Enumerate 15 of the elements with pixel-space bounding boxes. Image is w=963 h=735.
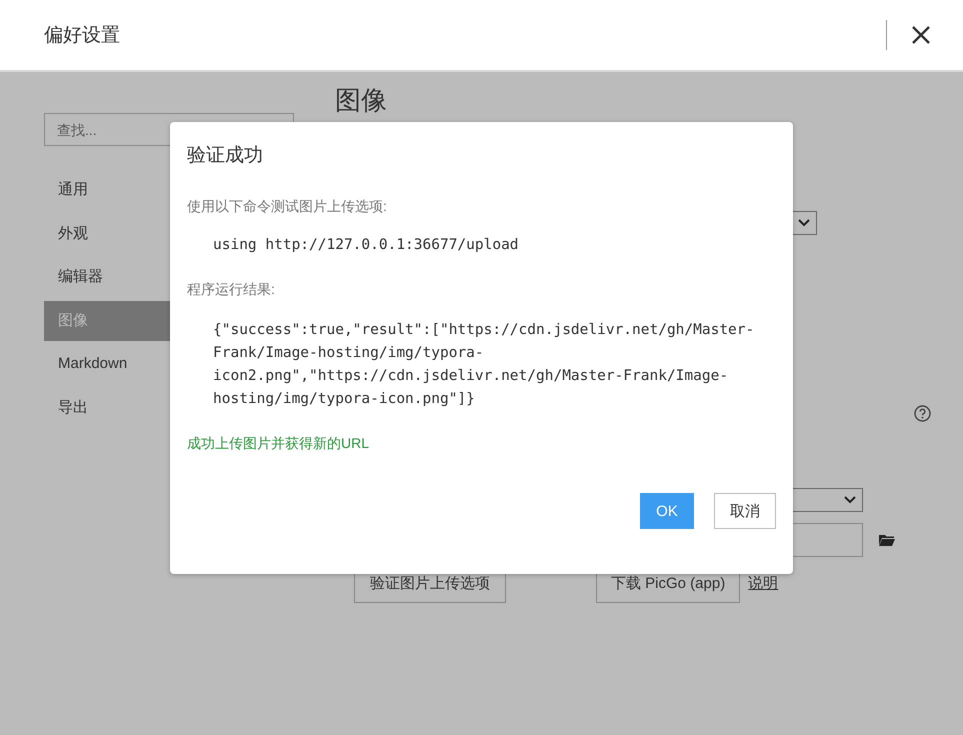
- close-icon[interactable]: [911, 25, 931, 45]
- section-heading: 图像: [335, 84, 388, 117]
- cancel-button[interactable]: 取消: [714, 493, 776, 529]
- chevron-icon: [844, 496, 856, 504]
- result-text: {"success":true,"result":["https://cdn.jsdelivr.net/gh/Master-Frank/Image-hosting/img/typora-icon2.png","https://cdn.jsdelivr.net/gh/Master-Frank/Image-hosting/img/typora-icon.png"]}: [212, 321, 756, 409]
- window-title: 偏好设置: [44, 24, 120, 48]
- folder-icon[interactable]: [879, 534, 895, 546]
- help-link[interactable]: 说明: [748, 574, 778, 592]
- result-label: 程序运行结果:: [187, 281, 276, 299]
- command-text: using http://127.0.0.1:36677/upload: [212, 236, 520, 255]
- help-icon[interactable]: [914, 405, 931, 422]
- dialog-title: 验证成功: [187, 144, 264, 168]
- prompt-text: 使用以下命令测试图片上传选项:: [187, 198, 388, 216]
- chevron-icon: [798, 219, 810, 227]
- success-message: 成功上传图片并获得新的URL: [187, 435, 370, 453]
